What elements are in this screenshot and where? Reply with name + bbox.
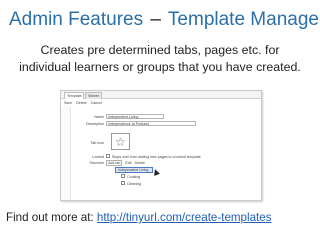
locked-label: Locked	[92, 155, 104, 159]
edit-button[interactable]: Edit	[125, 161, 131, 165]
tab-icon-label: Tab icon	[90, 141, 104, 145]
description-label: Description	[86, 122, 104, 126]
screenshot-tab-bar: Template Viewer	[61, 91, 261, 99]
tree-item-cooking-checkbox[interactable]	[121, 174, 125, 178]
template-manager-screenshot: Template Viewer Save Delete Cancel Name …	[60, 90, 262, 201]
screenshot-toolbar: Save Delete Cancel	[64, 101, 105, 105]
cancel-button[interactable]: Cancel	[91, 101, 102, 105]
locked-checkbox[interactable]	[106, 154, 110, 158]
delete-button[interactable]: Delete	[76, 101, 86, 105]
subtitle-line-2: individual learners or groups that you h…	[19, 60, 301, 74]
slide-title: Admin Features – Template Manager	[9, 9, 320, 31]
tab-template[interactable]: Template	[64, 92, 84, 99]
structure-label: Structure	[89, 161, 104, 165]
slide-subtitle: Creates pre determined tabs, pages etc. …	[0, 42, 320, 76]
title-main: Admin Features	[9, 9, 144, 30]
star-icon: ☆	[115, 135, 126, 149]
tab-icon-picker[interactable]: ☆	[111, 133, 130, 150]
add-tab-button[interactable]: Add tab	[106, 160, 123, 166]
title-sub: Template Manager	[167, 9, 320, 30]
slide-footer: Find out more at: http://tinyurl.com/cre…	[6, 211, 272, 224]
title-dash: –	[150, 9, 161, 30]
locked-description: Stops user from adding new pages to a lo…	[112, 155, 201, 159]
tree-item-cleaning-checkbox[interactable]	[121, 181, 125, 185]
tree-item-cooking[interactable]: Cooking	[127, 175, 140, 179]
tab-viewer[interactable]: Viewer	[85, 92, 102, 99]
subtitle-line-1: Creates pre determined tabs, pages etc. …	[40, 43, 280, 57]
footer-link[interactable]: http://tinyurl.com/create-templates	[97, 211, 272, 224]
mouse-cursor-icon	[152, 168, 160, 176]
footer-label: Find out more at:	[6, 211, 94, 224]
tree-item-cleaning[interactable]: Cleaning	[127, 182, 141, 186]
tree-item-independent-living[interactable]: Independent Living	[118, 168, 148, 172]
structure-toolbar: Add tab Edit Delete	[106, 160, 145, 166]
name-label: Name	[94, 115, 104, 119]
delete-tab-button[interactable]: Delete	[135, 161, 145, 165]
description-field[interactable]: Independence at Portland	[106, 121, 196, 126]
save-button[interactable]: Save	[64, 101, 72, 105]
name-field[interactable]: Independent Living	[106, 114, 164, 119]
